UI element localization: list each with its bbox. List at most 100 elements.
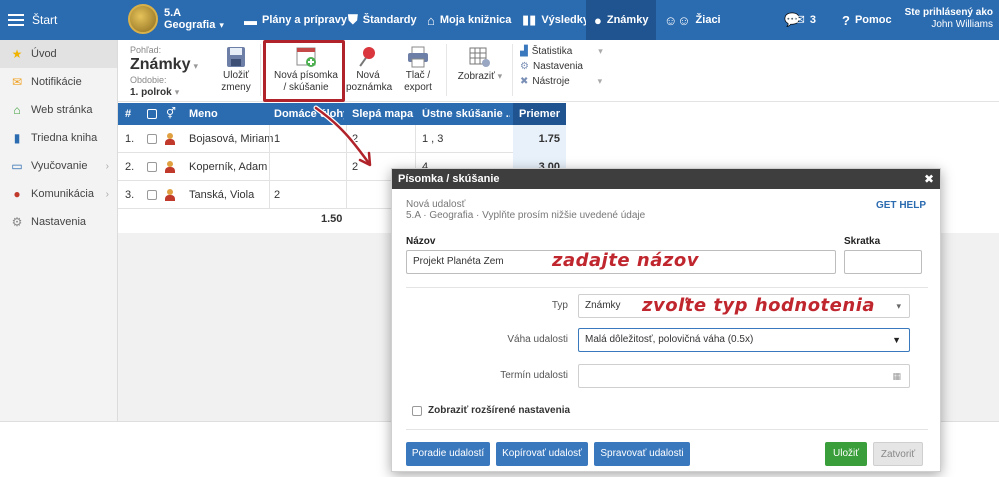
book-icon: ▮ bbox=[13, 131, 21, 145]
row-checkbox[interactable] bbox=[147, 134, 157, 147]
tools-menu[interactable]: ✖ Nástroje ▾ bbox=[520, 74, 603, 89]
nav-standards[interactable]: ⛊ Štandardy bbox=[348, 0, 417, 40]
gear-icon: ⚙ bbox=[11, 215, 23, 229]
class-name: 5.A bbox=[164, 7, 182, 19]
sidebar-item-classbook[interactable]: ▮ Triedna kniha bbox=[0, 124, 117, 152]
manage-events-button[interactable]: Spravovať udalosti bbox=[594, 442, 690, 466]
save-button[interactable]: Uložiť bbox=[825, 442, 867, 466]
start-label: Štart bbox=[32, 13, 58, 27]
toolbar-divider bbox=[512, 44, 513, 96]
chevron-down-icon: ▾ bbox=[193, 61, 199, 71]
row-checkbox[interactable] bbox=[147, 190, 157, 203]
gender-icon: ⚥ bbox=[166, 108, 176, 120]
envelope-icon: ✉ bbox=[11, 75, 23, 89]
new-note-button[interactable]: Nová poznámka bbox=[346, 46, 392, 94]
settings-menu[interactable]: ⚙ Nastavenia bbox=[520, 59, 603, 74]
grade-cell[interactable]: 2 bbox=[352, 161, 358, 173]
dialog-context: 5.A · Geografia · Vyplňte prosím nižšie … bbox=[406, 210, 646, 221]
nav-grades[interactable]: ● Známky bbox=[586, 0, 657, 40]
row-checkbox[interactable] bbox=[147, 162, 157, 175]
date-label: Termín udalosti bbox=[500, 370, 568, 381]
class-selector[interactable]: 5.A Geografia ▾ bbox=[128, 4, 224, 34]
grade-cell[interactable]: 1 , 3 bbox=[422, 133, 443, 145]
nav-results[interactable]: ▮▮ Výsledky bbox=[522, 0, 589, 40]
student-name[interactable]: Koperník, Adam bbox=[189, 161, 267, 173]
weight-select[interactable]: Malá dôležitosť, polovičná váha (0.5x) ▼ bbox=[578, 328, 910, 352]
grade-cell[interactable]: 2 bbox=[352, 133, 358, 145]
sidebar-item-settings[interactable]: ⚙ Nastavenia bbox=[0, 208, 117, 236]
pin-icon bbox=[359, 47, 375, 67]
copy-event-button[interactable]: Kopírovať udalosť bbox=[496, 442, 588, 466]
chevron-down-icon: ▾ bbox=[219, 20, 224, 30]
help-button[interactable]: ? Pomoc bbox=[842, 0, 892, 40]
col-name[interactable]: Meno bbox=[189, 108, 218, 120]
grade-cell[interactable]: 1 bbox=[274, 133, 280, 145]
col-blind-map[interactable]: Slepá mapa bbox=[352, 108, 413, 120]
toolbar: Pohľad: Známky ▾ Obdobie: 1. polrok ▾ Ul… bbox=[118, 40, 999, 102]
class-text: 5.A Geografia ▾ bbox=[164, 7, 224, 31]
table-header: # ⚥ Meno Domáce úlohy Slepá mapa Ústne s… bbox=[118, 103, 566, 125]
messages-count: 3 bbox=[809, 14, 817, 26]
student-name[interactable]: Tanská, Viola bbox=[189, 189, 254, 201]
chevron-down-icon: ▾ bbox=[174, 87, 180, 97]
close-button[interactable]: Zatvoriť bbox=[873, 442, 923, 466]
grade-cell[interactable]: 2 bbox=[274, 189, 280, 201]
bar-chart-icon: ▮▮ bbox=[522, 12, 537, 27]
nav-students[interactable]: ☺☺ Žiaci bbox=[664, 0, 721, 40]
dialog-header: Písomka / skúšanie ✖ bbox=[392, 169, 940, 189]
advanced-checkbox[interactable] bbox=[412, 405, 422, 416]
user-name: John Williams bbox=[931, 19, 993, 30]
messages-button[interactable]: ✉ 3 bbox=[794, 0, 816, 40]
student-name[interactable]: Bojasová, Miriam bbox=[189, 133, 273, 145]
calendar-icon[interactable]: ▦ bbox=[892, 365, 901, 387]
col-oral[interactable]: Ústne skúšanie ... bbox=[422, 108, 510, 120]
new-test-dialog: Písomka / skúšanie ✖ Nová udalosť 5.A · … bbox=[391, 168, 941, 472]
show-dropdown-button[interactable]: Zobraziť ▾ bbox=[452, 46, 508, 83]
class-subject: Geografia bbox=[164, 19, 216, 31]
close-icon[interactable]: ✖ bbox=[924, 169, 934, 189]
chevron-down-icon: ▾ bbox=[497, 71, 503, 81]
nav-library[interactable]: ⌂ Moja knižnica bbox=[427, 0, 511, 40]
nav-plans[interactable]: ▬ Plány a prípravy bbox=[244, 0, 347, 40]
abbreviation-label: Skratka bbox=[844, 236, 881, 247]
sidebar-item-communication[interactable]: ● Komunikácia › bbox=[0, 180, 117, 208]
sidebar-item-notifications[interactable]: ✉ Notifikácie bbox=[0, 68, 117, 96]
save-label-1: Uložiť bbox=[223, 70, 249, 81]
nav-grades-label: Známky bbox=[606, 14, 649, 26]
user-box[interactable]: Ste prihlásený ako John Williams bbox=[905, 7, 993, 31]
settings-label: Nastavenia bbox=[532, 61, 583, 72]
start-button[interactable]: Štart bbox=[8, 0, 57, 40]
print-label-2: export bbox=[404, 82, 432, 93]
save-label-2: zmeny bbox=[221, 82, 251, 93]
chevron-down-icon: ▾ bbox=[597, 76, 603, 86]
toolbar-divider bbox=[446, 44, 447, 96]
date-input[interactable]: ▦ bbox=[578, 364, 910, 388]
tools-icon: ✖ bbox=[520, 76, 529, 87]
sidebar-item-teaching[interactable]: ▭ Vyučovanie › bbox=[0, 152, 117, 180]
weight-value: Malá dôležitosť, polovičná váha (0.5x) bbox=[585, 334, 754, 345]
dialog-subtitle: Nová udalosť bbox=[406, 199, 466, 210]
sidebar-item-label: Komunikácia bbox=[31, 188, 94, 200]
grades-icon: ● bbox=[594, 12, 602, 28]
col-num: # bbox=[125, 108, 132, 120]
gears-icon: ⚙ bbox=[520, 61, 529, 72]
col-average[interactable]: Priemer bbox=[513, 103, 566, 125]
type-hint-annotation: zvoľte typ hodnotenia bbox=[642, 295, 876, 316]
event-order-button[interactable]: Poradie udalostí bbox=[406, 442, 490, 466]
statistics-menu[interactable]: ▟ Štatistika ▾ bbox=[520, 44, 603, 59]
sidebar-item-website[interactable]: ⌂ Web stránka bbox=[0, 96, 117, 124]
get-help-link[interactable]: GET HELP bbox=[876, 200, 926, 211]
sidebar-item-home[interactable]: ★ Úvod bbox=[0, 40, 117, 68]
abbreviation-input[interactable] bbox=[844, 250, 922, 274]
chevron-right-icon: › bbox=[105, 160, 109, 172]
view-selector[interactable]: Pohľad: Známky ▾ Obdobie: 1. polrok ▾ bbox=[130, 44, 198, 99]
advanced-settings-toggle[interactable]: Zobraziť rozšírené nastavenia bbox=[412, 405, 570, 416]
print-export-button[interactable]: Tlač / export bbox=[398, 46, 438, 94]
col-homework[interactable]: Domáce úlohy bbox=[274, 108, 344, 120]
save-changes-button[interactable]: Uložiť zmeny bbox=[216, 46, 256, 94]
envelope-icon: ✉ bbox=[794, 12, 805, 27]
nav-plans-label: Plány a prípravy bbox=[262, 14, 347, 26]
select-all-checkbox[interactable] bbox=[147, 109, 157, 122]
dialog-title: Písomka / skúšanie bbox=[398, 173, 500, 185]
type-label: Typ bbox=[551, 300, 568, 311]
